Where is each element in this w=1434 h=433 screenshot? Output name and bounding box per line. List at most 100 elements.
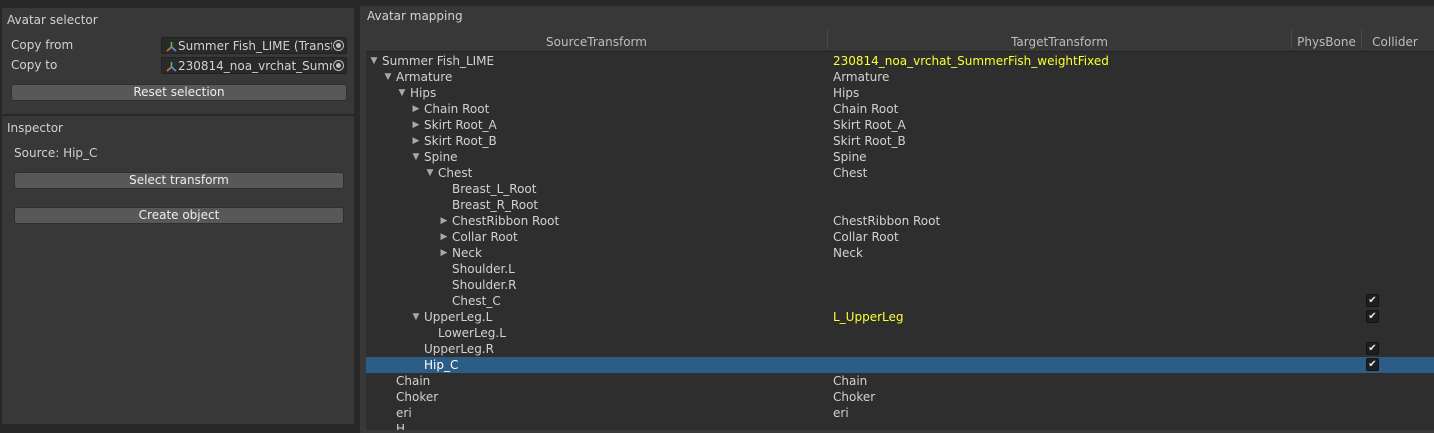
inspector-source-text: Source: Hip_C [14,146,98,160]
table-row[interactable]: Hip_C ✔ [366,357,1434,373]
table-row[interactable]: ▶ Collar Root Collar Root [366,229,1434,245]
target-transform-cell: Skirt Root_A [833,118,906,132]
target-transform-cell: Hips [833,86,860,100]
avatar-selector-section: Avatar selector Copy from Summer Fish_LI… [2,8,354,114]
target-transform-cell: Choker [833,390,876,404]
triangle-right-icon[interactable]: ▶ [411,101,421,117]
source-transform-cell: Skirt Root_B [424,134,497,148]
table-row[interactable]: Choker Choker [366,389,1434,405]
triangle-right-icon[interactable]: ▶ [439,229,449,245]
avatar-mapping-title: Avatar mapping [367,9,463,23]
table-row[interactable]: eri eri [366,405,1434,421]
triangle-down-icon[interactable]: ▼ [383,69,393,85]
source-transform-cell: Chain Root [424,102,490,116]
object-picker-icon[interactable] [333,60,344,71]
table-row[interactable]: ▶ ChestRibbon Root ChestRibbon Root [366,213,1434,229]
target-transform-cell: Skirt Root_B [833,134,906,148]
reset-selection-button[interactable]: Reset selection [11,84,347,101]
transform-axes-icon [166,62,177,72]
source-transform-cell: Shoulder.L [452,262,515,276]
collider-checkbox[interactable]: ✔ [1366,342,1379,355]
triangle-right-icon[interactable]: ▶ [411,117,421,133]
copy-to-label: Copy to [11,58,58,72]
source-transform-cell: Breast_R_Root [452,198,539,212]
table-row[interactable]: ▼ Spine Spine [366,149,1434,165]
avatar-selector-title: Avatar selector [7,13,98,27]
target-transform-cell: Chain [833,374,868,388]
source-transform-cell: Shoulder.R [452,278,517,292]
triangle-right-icon[interactable]: ▶ [439,245,449,261]
triangle-down-icon[interactable]: ▼ [411,149,421,165]
inspector-title: Inspector [7,121,63,135]
source-transform-cell: Breast_L_Root [452,182,537,196]
table-row[interactable]: Chest_C ✔ [366,293,1434,309]
collider-checkbox[interactable]: ✔ [1366,310,1379,323]
column-header-target[interactable]: TargetTransform [828,35,1291,49]
triangle-down-icon[interactable]: ▼ [397,85,407,101]
table-row[interactable]: Breast_R_Root [366,197,1434,213]
table-row[interactable]: ▶ Chain Root Chain Root [366,101,1434,117]
triangle-right-icon[interactable]: ▶ [439,213,449,229]
source-transform-cell: H... [396,422,417,430]
table-row[interactable]: ▼ UpperLeg.L L_UpperLeg ✔ [366,309,1434,325]
column-header-collider[interactable]: Collider [1362,35,1428,49]
collider-checkbox[interactable]: ✔ [1366,358,1379,371]
copy-from-row: Copy from Summer Fish_LIME (Transform) [11,37,347,54]
source-transform-cell: Summer Fish_LIME [382,54,495,68]
table-row[interactable]: ▶ Skirt Root_A Skirt Root_A [366,117,1434,133]
source-transform-cell: Chest_C [452,294,501,308]
table-row[interactable]: LowerLeg.L [366,325,1434,341]
column-header-physbone[interactable]: PhysBone [1292,35,1361,49]
copy-from-field[interactable]: Summer Fish_LIME (Transform) [161,37,347,54]
table-row[interactable]: Chain Chain [366,373,1434,389]
source-transform-cell: Hips [410,86,437,100]
source-transform-cell: ChestRibbon Root [452,214,560,228]
target-transform-cell: ChestRibbon Root [833,214,941,228]
target-transform-cell: Chest [833,166,868,180]
source-transform-cell: UpperLeg.R [424,342,494,356]
source-transform-cell: eri [396,406,412,420]
avatar-mapping-panel: Avatar mapping SourceTransform TargetTra… [360,6,1434,433]
table-row[interactable]: Breast_L_Root [366,181,1434,197]
table-row[interactable]: ▼ Hips Hips [366,85,1434,101]
source-transform-cell: Skirt Root_A [424,118,497,132]
target-transform-cell: eri [833,406,849,420]
source-transform-cell: Choker [396,390,439,404]
source-transform-cell: Chain [396,374,431,388]
target-transform-cell: 230814_noa_vrchat_SummerFish_weightFixed [833,54,1109,68]
object-picker-icon[interactable] [333,40,344,51]
copy-from-label: Copy from [11,38,74,52]
source-transform-cell: Collar Root [452,230,518,244]
collider-checkbox[interactable]: ✔ [1366,294,1379,307]
table-row[interactable]: ▼ Summer Fish_LIME 230814_noa_vrchat_Summe… [366,53,1434,69]
triangle-down-icon[interactable]: ▼ [411,309,421,325]
inspector-section: Inspector Source: Hip_C Select transform… [2,116,354,424]
source-transform-cell: Armature [396,70,453,84]
source-transform-cell: LowerLeg.L [438,326,506,340]
source-transform-cell: UpperLeg.L [424,310,493,324]
table-row[interactable]: ▼ Armature Armature [366,69,1434,85]
table-row[interactable]: UpperLeg.R ✔ [366,341,1434,357]
table-row[interactable]: ▼ Chest Chest [366,165,1434,181]
copy-to-value: 230814_noa_vrchat_SummerFish_weightFixed… [178,59,332,73]
target-transform-cell: Spine [833,150,867,164]
source-transform-cell: Hip_C [424,358,459,372]
triangle-down-icon[interactable]: ▼ [369,53,379,69]
create-object-button[interactable]: Create object [14,207,344,224]
source-transform-cell: Neck [452,246,482,260]
left-panel: Avatar selector Copy from Summer Fish_LI… [0,0,358,433]
triangle-down-icon[interactable]: ▼ [425,165,435,181]
source-transform-cell: Chest [438,166,473,180]
table-row[interactable]: Shoulder.R [366,277,1434,293]
target-transform-cell: Neck [833,246,863,260]
copy-to-field[interactable]: 230814_noa_vrchat_SummerFish_weightFixed… [161,57,347,74]
select-transform-button[interactable]: Select transform [14,172,344,189]
transform-axes-icon [166,42,177,52]
table-row[interactable]: ▶ Neck Neck [366,245,1434,261]
triangle-right-icon[interactable]: ▶ [411,133,421,149]
column-header-source[interactable]: SourceTransform [366,35,827,49]
table-row[interactable]: H... [366,421,1434,430]
mapping-table[interactable]: SourceTransform TargetTransform PhysBone… [366,26,1434,430]
table-row[interactable]: ▶ Skirt Root_B Skirt Root_B [366,133,1434,149]
table-row[interactable]: Shoulder.L [366,261,1434,277]
